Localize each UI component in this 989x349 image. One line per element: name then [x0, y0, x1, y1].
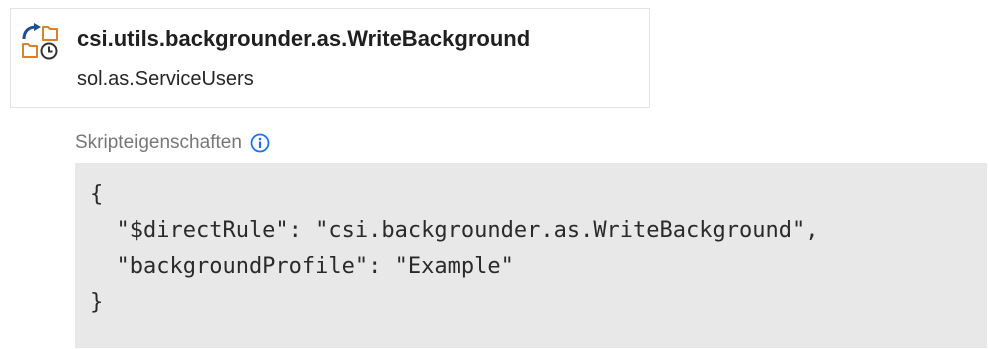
script-properties-code[interactable]: { "$directRule": "csi.backgrounder.as.Wr… — [75, 163, 987, 348]
code-line: "backgroundProfile": "Example" — [90, 254, 514, 279]
script-properties-header: Skripteigenschaften — [75, 132, 270, 154]
scheduled-script-icon — [21, 23, 59, 61]
code-line: } — [90, 290, 104, 315]
script-card[interactable]: csi.utils.backgrounder.as.WriteBackgroun… — [10, 8, 650, 108]
code-line: { — [90, 182, 104, 207]
code-line: "$directRule": "csi.backgrounder.as.Writ… — [90, 218, 819, 243]
script-package: sol.as.ServiceUsers — [77, 68, 254, 90]
script-properties-label: Skripteigenschaften — [75, 132, 242, 153]
info-icon[interactable] — [250, 133, 270, 153]
script-title: csi.utils.backgrounder.as.WriteBackgroun… — [77, 26, 531, 51]
